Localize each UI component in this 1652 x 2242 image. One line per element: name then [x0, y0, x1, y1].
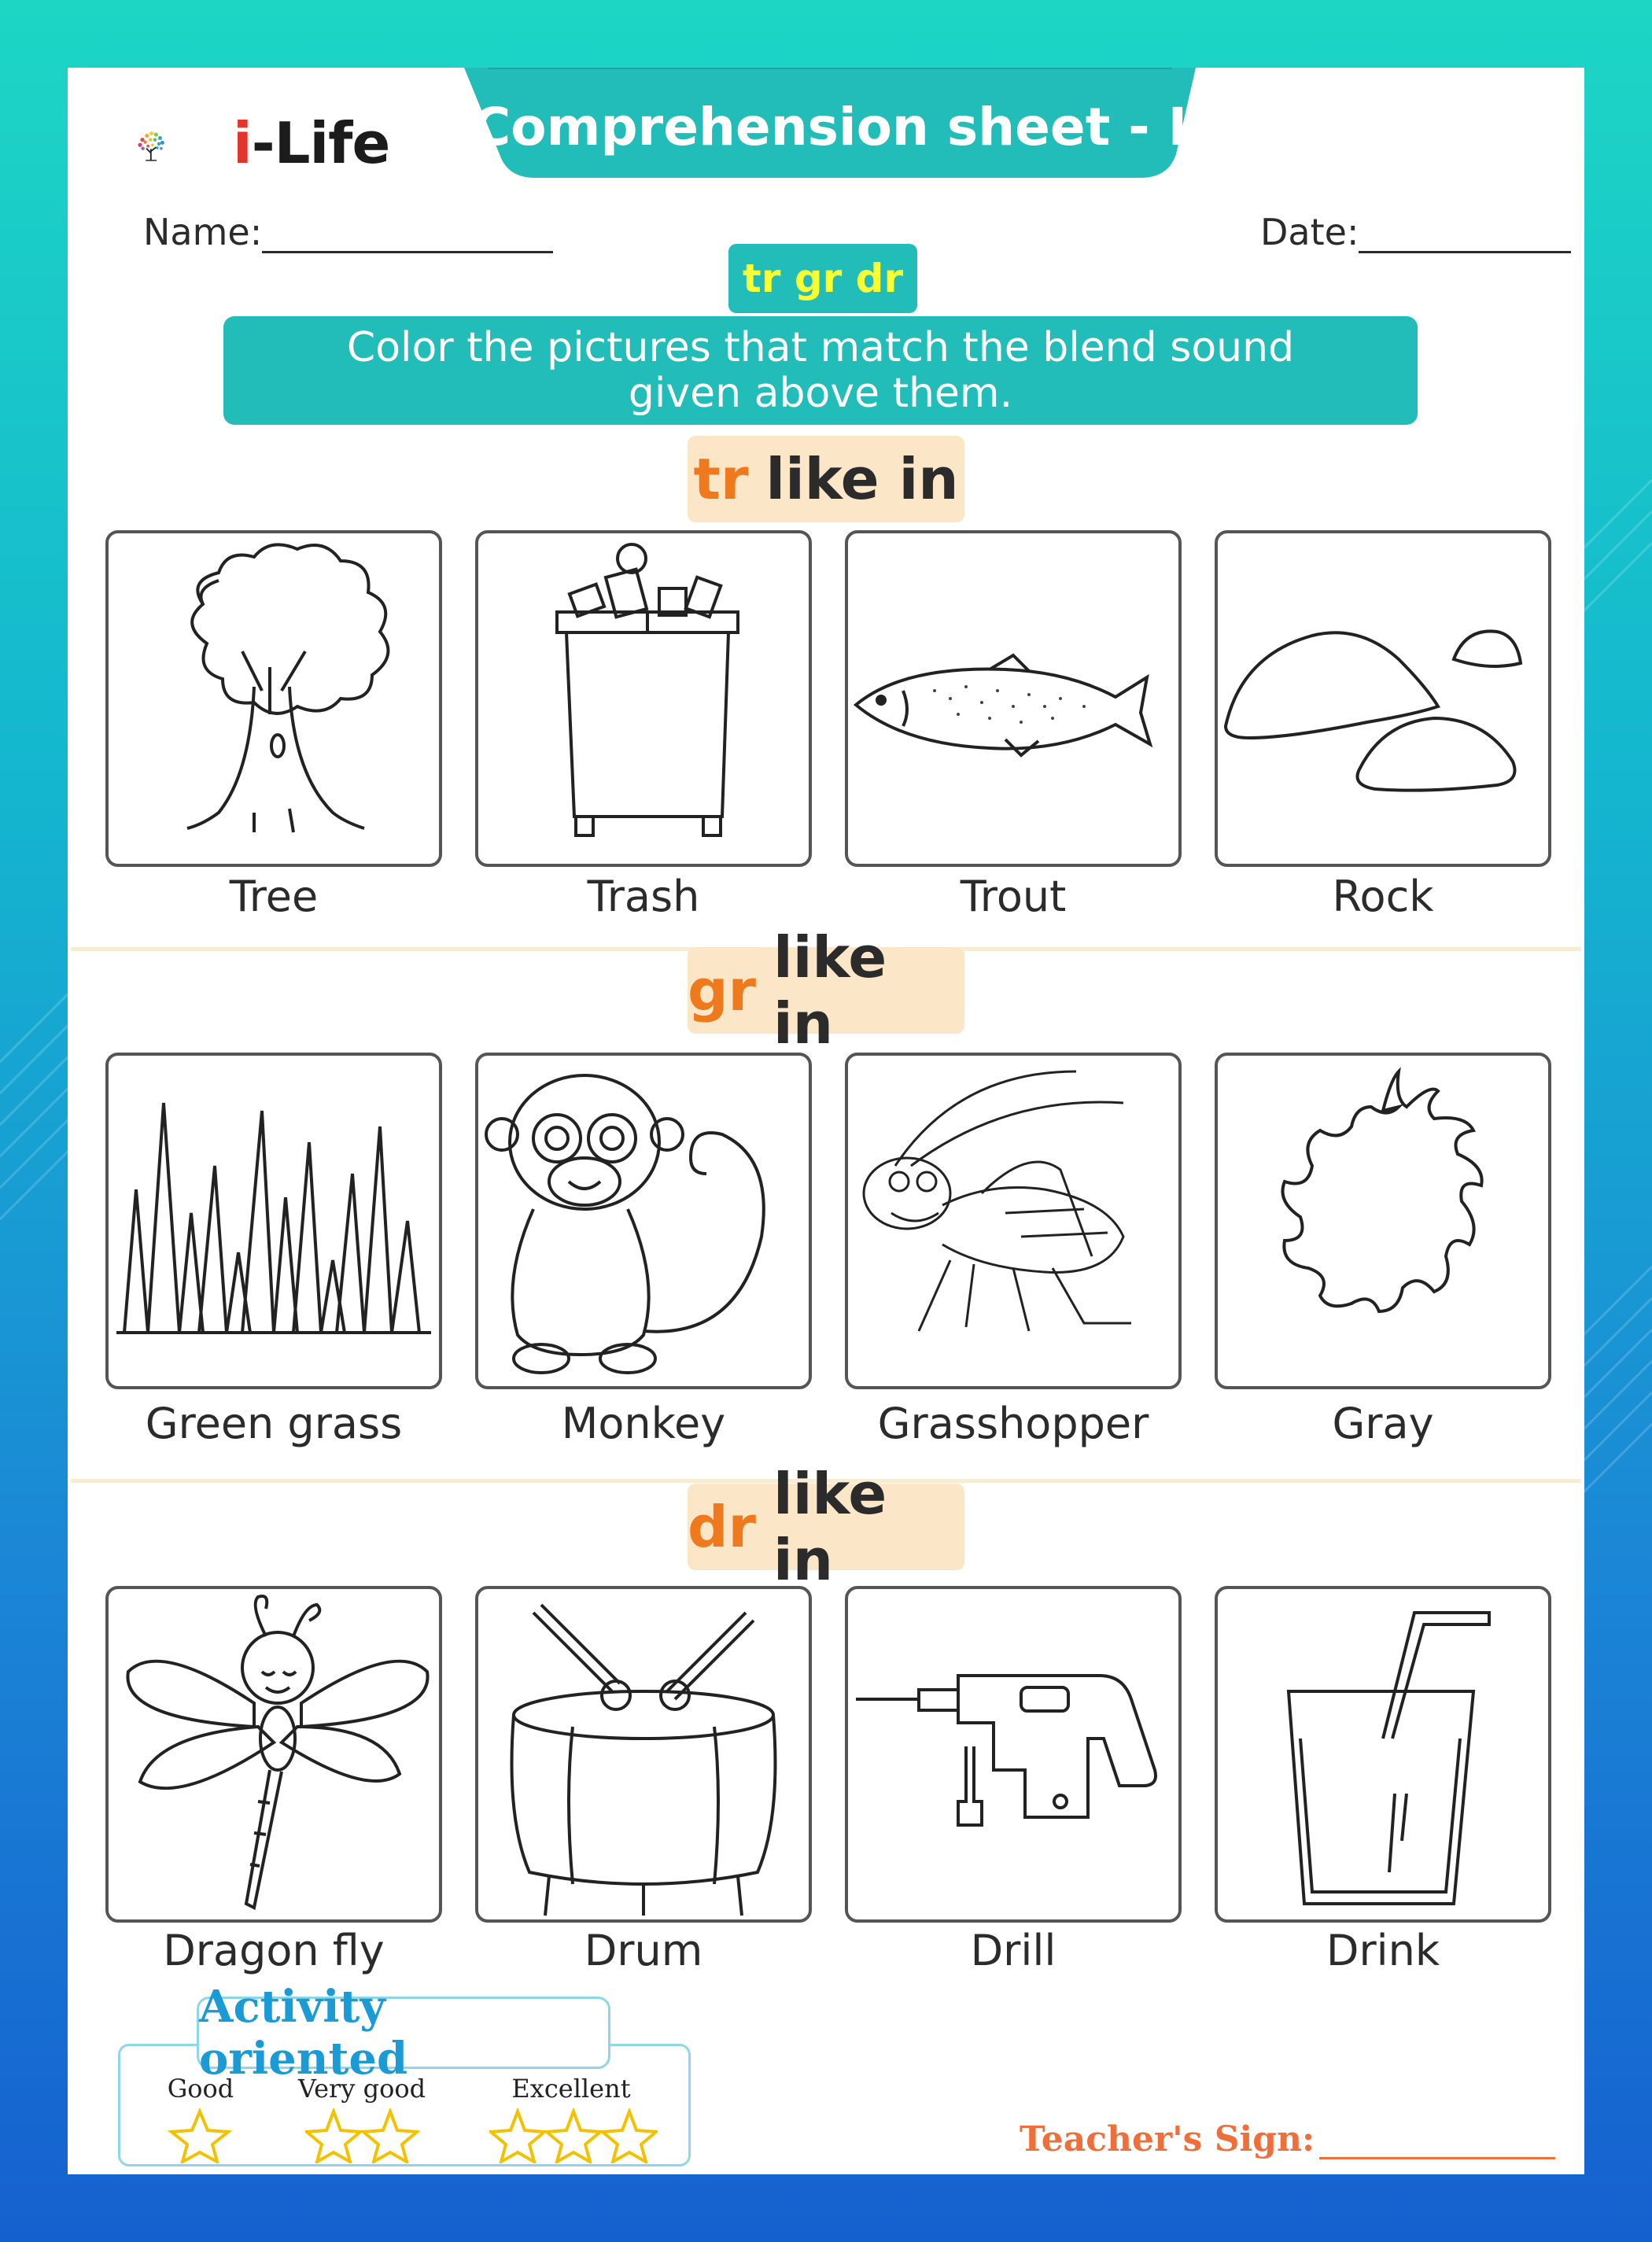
picture-card-rock[interactable]: [1215, 530, 1551, 867]
caption-trout: Trout: [960, 872, 1067, 921]
section-header-gr: gr like in: [688, 924, 964, 1056]
teacher-sign-line[interactable]: [1319, 2157, 1556, 2159]
grasshopper-icon: [862, 1070, 1131, 1332]
picture-card-drink[interactable]: [1215, 1586, 1551, 1923]
caption-tree: Tree: [229, 872, 319, 921]
date-label: Date:: [1260, 211, 1359, 253]
picture-card-trout[interactable]: [845, 530, 1182, 867]
name-label: Name:: [143, 211, 263, 253]
blend-suffix: like in: [765, 446, 959, 512]
drum-icon: [510, 1603, 777, 1916]
rating-label-excellent: Excellent: [511, 2074, 631, 2104]
star-rating-very-good[interactable]: [305, 2108, 420, 2163]
picture-card-drum[interactable]: [475, 1586, 812, 1923]
dragonfly-icon: [126, 1595, 430, 1910]
date-field[interactable]: Date:: [1260, 211, 1572, 253]
section-header-dr: dr like in: [688, 1461, 964, 1593]
teacher-sign-field[interactable]: Teacher's Sign:: [1020, 2119, 1556, 2159]
drill-icon: [856, 1674, 1157, 1827]
trout-fish-icon: [853, 653, 1153, 758]
caption-gray: Gray: [1332, 1399, 1434, 1448]
section-header-tr: tr like in: [688, 436, 964, 522]
drink-glass-icon: [1286, 1611, 1491, 1905]
caption-drum: Drum: [584, 1926, 703, 1975]
rating-label-good: Good: [167, 2074, 234, 2104]
picture-card-green-grass[interactable]: [105, 1053, 442, 1389]
picture-card-tree[interactable]: [105, 530, 442, 867]
caption-green-grass: Green grass: [145, 1399, 403, 1448]
star-icon: [359, 2108, 420, 2163]
trash-bin-icon: [555, 543, 739, 837]
picture-card-drill[interactable]: [845, 1586, 1182, 1923]
star-icon: [305, 2108, 365, 2163]
page-title: Comprehension sheet - I: [472, 96, 1188, 157]
picture-card-gray[interactable]: [1215, 1053, 1551, 1389]
teacher-sign-label: Teacher's Sign:: [1020, 2119, 1315, 2159]
blend-suffix: like in: [773, 1461, 887, 1593]
caption-drink: Drink: [1326, 1926, 1440, 1975]
tree-logo-icon: [138, 131, 164, 161]
brand-logo-text: i-Life: [233, 110, 390, 176]
picture-card-grasshopper[interactable]: [845, 1053, 1182, 1389]
star-rating-good[interactable]: [167, 2108, 233, 2163]
blend-label: tr: [693, 446, 749, 512]
grass-icon: [116, 1102, 431, 1334]
instruction-banner: Color the pictures that match the blend …: [223, 316, 1418, 425]
caption-grasshopper: Grasshopper: [877, 1399, 1149, 1448]
caption-monkey: Monkey: [561, 1399, 726, 1448]
activity-title: Activity oriented: [197, 1981, 610, 2085]
blend-label: dr: [688, 1494, 757, 1560]
star-rating-excellent[interactable]: [489, 2108, 658, 2163]
star-icon: [167, 2108, 233, 2163]
rating-label-very-good: Very good: [297, 2074, 426, 2104]
name-line[interactable]: [262, 251, 554, 253]
blend-label: gr: [688, 957, 757, 1023]
monkey-icon: [485, 1074, 765, 1374]
picture-card-dragonfly[interactable]: [105, 1586, 442, 1923]
caption-trash: Trash: [587, 872, 700, 921]
caption-rock: Rock: [1332, 872, 1434, 921]
blend-badge: tr gr dr: [728, 244, 917, 313]
caption-dragonfly: Dragon fly: [163, 1926, 385, 1975]
star-icon: [489, 2108, 549, 2163]
blend-suffix: like in: [773, 924, 887, 1056]
tree-icon: [186, 543, 390, 833]
name-field[interactable]: Name:: [143, 211, 554, 253]
picture-card-trash[interactable]: [475, 530, 812, 867]
caption-drill: Drill: [970, 1926, 1056, 1975]
star-icon: [598, 2108, 658, 2163]
gray-splash-icon: [1281, 1067, 1484, 1314]
picture-card-monkey[interactable]: [475, 1053, 812, 1389]
date-line[interactable]: [1359, 251, 1572, 253]
rock-icon: [1223, 629, 1523, 792]
star-icon: [542, 2108, 605, 2163]
